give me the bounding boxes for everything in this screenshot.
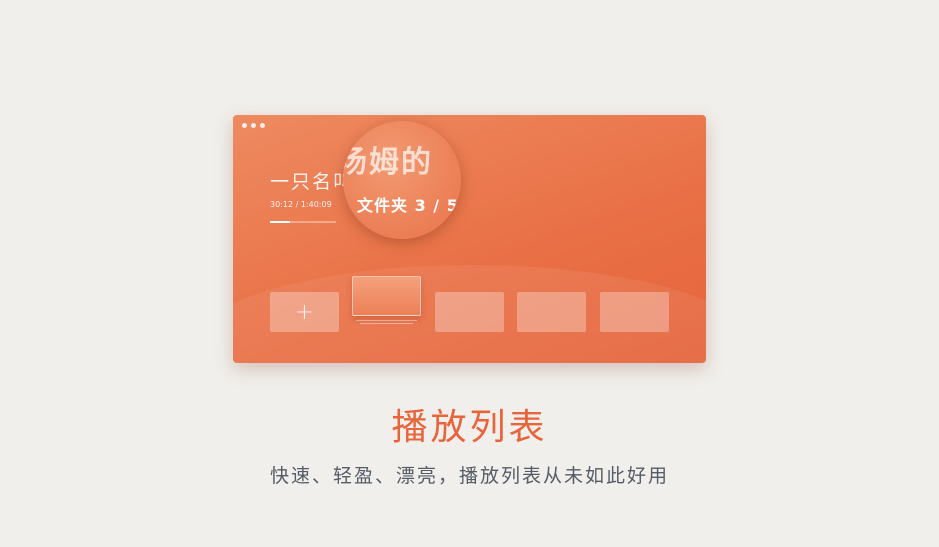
playback-time: 30:12 / 1:40:09 xyxy=(270,200,332,209)
progress-fill xyxy=(270,221,290,223)
feature-description: 快速、轻盈、漂亮，播放列表从未如此好用 xyxy=(269,465,669,487)
progress-bar[interactable] xyxy=(270,221,336,223)
magnified-title: 汤姆的 xyxy=(343,145,433,180)
maximize-dot[interactable] xyxy=(260,123,265,128)
add-playlist-button[interactable]: + xyxy=(270,292,339,332)
plus-icon: + xyxy=(295,299,314,325)
playlist-item[interactable] xyxy=(435,292,504,332)
stack-edge-1 xyxy=(356,320,417,321)
track-title: 一只名叫 xyxy=(270,171,355,193)
magnifier-lens: 汤姆的 文件夹 3 / 5 xyxy=(343,121,461,239)
feature-heading: 播放列表 xyxy=(391,407,548,448)
player-window: 一只名叫 30:12 / 1:40:09 汤姆的 文件夹 3 / 5 + xyxy=(233,115,706,363)
playlist-item-active[interactable] xyxy=(352,276,421,316)
window-controls xyxy=(242,123,265,128)
folder-indicator: 文件夹 3 / 5 xyxy=(357,196,459,215)
playlist-item[interactable] xyxy=(517,292,586,332)
stack-edge-2 xyxy=(360,323,413,324)
playlist-item[interactable] xyxy=(600,292,669,332)
minimize-dot[interactable] xyxy=(251,123,256,128)
close-dot[interactable] xyxy=(242,123,247,128)
